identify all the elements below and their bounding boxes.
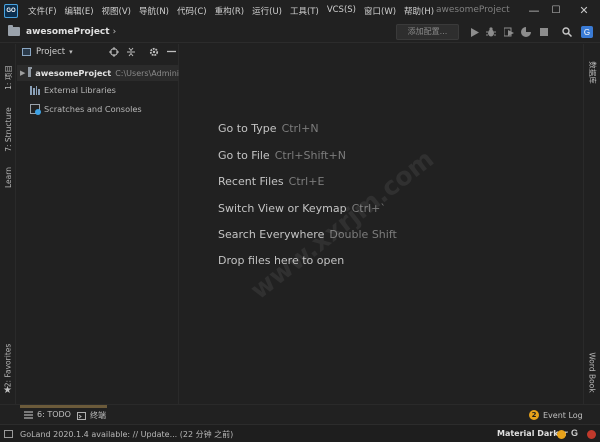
chevron-right-icon: › <box>112 26 117 37</box>
hint-recent-files: Recent Files Ctrl+E <box>218 175 324 188</box>
menu-view[interactable]: 视图(V) <box>98 5 135 17</box>
bottom-tool-bar: 6: TODO 终端 2 Event Log <box>0 404 600 424</box>
tree-item-scratches[interactable]: Scratches and Consoles <box>17 101 179 117</box>
hint-shortcut: Ctrl+Shift+N <box>274 149 346 162</box>
collapse-all-icon[interactable] <box>125 46 136 57</box>
tab-database[interactable]: 数据库 <box>584 52 600 92</box>
debug-icon[interactable] <box>484 25 498 39</box>
favorites-star-icon[interactable]: ★ <box>3 385 12 396</box>
main-menu: 文件(F) 编辑(E) 视图(V) 导航(N) 代码(C) 重构(R) 运行(U… <box>24 5 438 17</box>
menu-vcs[interactable]: VCS(S) <box>323 5 360 17</box>
hint-shortcut: Ctrl+` <box>351 202 386 215</box>
hint-go-to-file: Go to File Ctrl+Shift+N <box>218 149 346 162</box>
project-panel-header: Project ▾ <box>17 44 178 60</box>
goland-logo-icon: GO <box>4 3 18 18</box>
run-icon[interactable] <box>467 25 481 39</box>
tree-item-external-libraries[interactable]: External Libraries <box>17 82 179 98</box>
translate-icon[interactable]: G <box>580 25 594 39</box>
hint-label: Drop files here to open <box>218 254 345 267</box>
material-theme-icon[interactable] <box>557 430 566 439</box>
menu-file[interactable]: 文件(F) <box>24 5 61 17</box>
status-bar: GoLand 2020.1.4 available: // Update... … <box>0 424 600 442</box>
navigation-bar: awesomeProject › 添加配置... G <box>0 21 600 43</box>
tab-learn-label: Learn <box>3 166 13 188</box>
menu-navigate[interactable]: 导航(N) <box>135 5 173 17</box>
editor-empty-area[interactable]: Go to Type Ctrl+N Go to File Ctrl+Shift+N … <box>180 44 583 404</box>
tab-database-label: 数据库 <box>587 60 597 84</box>
project-tool-window: Project ▾ ▶ awesomeProject C:\Users\Admi… <box>17 44 179 404</box>
todo-icon <box>24 410 33 419</box>
tool-windows-icon[interactable] <box>4 430 13 438</box>
search-icon[interactable] <box>560 25 574 39</box>
hint-shortcut: Ctrl+E <box>288 175 325 188</box>
tree-item-label: awesomeProject <box>35 68 112 78</box>
event-log-label: Event Log <box>543 410 583 420</box>
project-view-selector[interactable]: Project <box>36 47 65 57</box>
menu-edit[interactable]: 编辑(E) <box>61 5 98 17</box>
svg-text:G: G <box>584 28 590 37</box>
expand-arrow-icon[interactable]: ▶ <box>20 69 25 77</box>
tab-project-label: 1: 项目 <box>3 64 13 90</box>
library-icon <box>30 85 40 95</box>
hint-shortcut: Double Shift <box>329 228 397 241</box>
menu-run[interactable]: 运行(U) <box>248 5 286 17</box>
tab-project[interactable]: 1: 项目 <box>0 56 16 98</box>
window-title: awesomeProject <box>436 5 510 15</box>
folder-icon <box>8 25 20 36</box>
close-button[interactable]: ✕ <box>564 0 600 21</box>
event-log-tab[interactable]: 2 Event Log <box>529 410 583 420</box>
menu-help[interactable]: 帮助(H) <box>400 5 438 17</box>
tree-item-label: External Libraries <box>44 85 116 95</box>
tab-word-book[interactable]: Word Book <box>584 344 600 400</box>
tab-structure[interactable]: 7: Structure <box>0 99 16 159</box>
menu-code[interactable]: 代码(C) <box>173 5 211 17</box>
hint-shortcut: Ctrl+N <box>281 122 319 135</box>
tab-learn[interactable]: Learn <box>0 162 16 192</box>
progress-indicator <box>20 405 107 408</box>
error-indicator-icon[interactable] <box>587 430 596 439</box>
chevron-down-icon[interactable]: ▾ <box>69 48 73 56</box>
status-message[interactable]: GoLand 2020.1.4 available: // Update... … <box>20 429 233 440</box>
scratches-icon <box>30 104 41 115</box>
hint-label: Recent Files <box>218 175 284 188</box>
locate-icon[interactable] <box>108 46 119 57</box>
tree-item-path: C:\Users\Admini <box>115 68 179 78</box>
google-icon[interactable]: G <box>571 428 578 438</box>
hint-label: Go to File <box>218 149 270 162</box>
todo-tab[interactable]: 6: TODO <box>24 410 71 419</box>
hint-label: Search Everywhere <box>218 228 325 241</box>
todo-label: 6: TODO <box>37 410 71 419</box>
terminal-tab[interactable]: 终端 <box>77 410 106 421</box>
menu-refactor[interactable]: 重构(R) <box>211 5 249 17</box>
breadcrumb-project[interactable]: awesomeProject <box>26 27 110 37</box>
hint-switch-view: Switch View or Keymap Ctrl+` <box>218 202 386 215</box>
project-view-icon <box>22 48 31 56</box>
tab-structure-label: 7: Structure <box>3 106 13 152</box>
add-configuration-button[interactable]: 添加配置... <box>396 24 459 40</box>
title-bar: GO 文件(F) 编辑(E) 视图(V) 导航(N) 代码(C) 重构(R) 运… <box>0 0 600 21</box>
left-tool-window-stripe: 1: 项目 7: Structure Learn 2: Favorites <box>0 44 16 404</box>
tab-word-book-label: Word Book <box>587 351 597 393</box>
event-count-badge: 2 <box>529 410 539 420</box>
tab-favorites[interactable]: 2: Favorites <box>0 340 16 390</box>
tab-favorites-label: 2: Favorites <box>3 343 13 387</box>
menu-tools[interactable]: 工具(T) <box>286 5 323 17</box>
stop-icon[interactable] <box>537 25 551 39</box>
terminal-label: 终端 <box>90 411 106 420</box>
gear-icon[interactable] <box>148 46 159 57</box>
menu-window[interactable]: 窗口(W) <box>360 5 400 17</box>
hint-search-everywhere: Search Everywhere Double Shift <box>218 228 397 241</box>
profile-icon[interactable] <box>519 25 533 39</box>
hide-panel-icon[interactable] <box>166 46 177 57</box>
tree-item-awesome-project[interactable]: ▶ awesomeProject C:\Users\Admini <box>17 65 179 81</box>
hint-label: Go to Type <box>218 122 277 135</box>
coverage-icon[interactable] <box>502 25 516 39</box>
right-tool-window-stripe: 数据库 Word Book <box>583 44 600 404</box>
hint-label: Switch View or Keymap <box>218 202 347 215</box>
terminal-icon <box>77 411 86 420</box>
hint-drop-files: Drop files here to open <box>218 254 344 267</box>
hint-go-to-type: Go to Type Ctrl+N <box>218 122 319 135</box>
folder-icon <box>28 67 33 77</box>
tree-item-label: Scratches and Consoles <box>44 104 142 114</box>
